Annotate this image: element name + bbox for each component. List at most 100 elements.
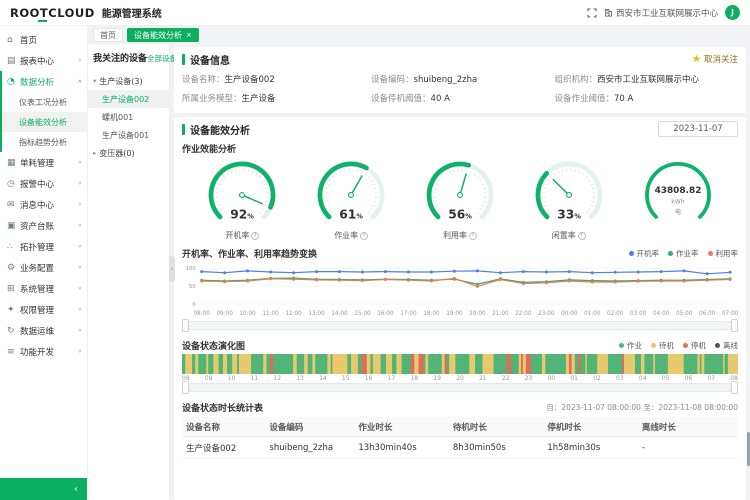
slider-handle-right[interactable]: [731, 319, 738, 332]
svg-text:17:00: 17:00: [400, 311, 417, 317]
sidebar-item-dev[interactable]: ≡功能开发∨: [2, 341, 87, 362]
sidebar-item-asset[interactable]: ▣资产台账∨: [2, 215, 87, 236]
chevron-down-icon: ∨: [78, 202, 82, 207]
axis-tick-label: 11: [251, 375, 259, 382]
chevron-down-icon: ∨: [78, 265, 82, 270]
axis-tick-label: 16: [365, 375, 373, 382]
svg-text:12:00: 12:00: [285, 311, 302, 317]
info-icon[interactable]: i: [469, 232, 477, 240]
sidebar-item-config[interactable]: ⚙业务配置∨: [2, 257, 87, 278]
gauge-利用率: 56%利用率i: [408, 157, 512, 241]
legend-dot: [629, 251, 634, 256]
sidebar-subitem[interactable]: 仪表工况分析: [2, 92, 87, 112]
sidebar-item-consumption[interactable]: ▦单耗管理∨: [2, 152, 87, 173]
legend-待机[interactable]: 待机: [651, 340, 674, 351]
device-tree-item[interactable]: 生产设备002: [88, 90, 169, 108]
info-field: 设备编码：shuibeng_2zha: [371, 73, 554, 85]
status-table-range: 自：2023-11-07 08:00:00 至：2023-11-08 08:00…: [546, 402, 738, 413]
topology-icon: ∴: [7, 242, 18, 252]
device-tree-item[interactable]: 生产设备001: [88, 126, 169, 144]
info-icon[interactable]: i: [251, 232, 259, 240]
svg-text:02:00: 02:00: [607, 311, 624, 317]
legend-开机率[interactable]: 开机率: [629, 248, 660, 259]
sidebar-item-topology[interactable]: ∴拓扑管理∨: [2, 236, 87, 257]
sidebar-item-permission[interactable]: ✦权限管理∨: [2, 299, 87, 320]
watched-devices-panel: 我关注的设备 全部设备 ▾生产设备(3)生产设备002螺机001生产设备001▸…: [88, 44, 170, 500]
triangle-down-icon: ▾: [93, 77, 96, 85]
status-axis: 0809101112131415161718192021222300010203…: [174, 374, 746, 382]
dev-icon: ≡: [7, 347, 18, 357]
chevron-down-icon: ∨: [78, 181, 82, 186]
svg-text:10:00: 10:00: [239, 311, 256, 317]
chevron-down-icon: ∨: [78, 58, 82, 63]
status-zoom-slider[interactable]: [182, 383, 738, 392]
brand-logo: ROOTCLOUD: [10, 6, 95, 20]
chevron-down-icon: ∨: [78, 307, 82, 312]
close-icon[interactable]: ×: [186, 31, 192, 39]
svg-text:21:00: 21:00: [492, 311, 509, 317]
avatar[interactable]: J: [725, 5, 740, 20]
axis-tick-label: 04: [639, 375, 647, 382]
panel-collapse-handle[interactable]: ‹: [169, 256, 175, 282]
legend-停机[interactable]: 停机: [683, 340, 706, 351]
svg-text:43808.82: 43808.82: [654, 186, 701, 196]
device-tree-group[interactable]: ▸变压器(0): [88, 144, 169, 162]
legend-dot: [715, 343, 720, 348]
trend-line-chart[interactable]: 05010008:0009:0010:0011:0012:0013:0014:0…: [174, 262, 746, 320]
info-field: 所属业务模型：生产设备: [182, 92, 371, 104]
svg-text:15:00: 15:00: [354, 311, 371, 317]
sidebar-item-home[interactable]: ⌂首页: [2, 29, 87, 50]
sidebar-subitem[interactable]: 设备能效分析: [2, 112, 87, 132]
report-icon: ▤: [7, 56, 18, 66]
device-tree-group[interactable]: ▾生产设备(3): [88, 72, 169, 90]
sidebar-subitem[interactable]: 指标趋势分析: [2, 132, 87, 152]
sidebar-item-system[interactable]: ⊞系统管理∨: [2, 278, 87, 299]
org-switcher[interactable]: 西安市工业互联网展示中心: [604, 7, 718, 19]
sidebar-collapse-button[interactable]: ‹: [0, 478, 87, 500]
trend-zoom-slider[interactable]: [182, 321, 738, 330]
chevron-down-icon: ∨: [78, 160, 82, 165]
table-col-header: 停机时长: [543, 421, 638, 433]
svg-text:11:00: 11:00: [262, 311, 279, 317]
gauge-dial: 56%: [413, 157, 507, 237]
table-col-header: 待机时长: [449, 421, 544, 433]
axis-tick-label: 00: [548, 375, 556, 382]
tab-item[interactable]: 首页: [93, 28, 123, 42]
chevron-up-icon: ∧: [78, 79, 82, 84]
sidebar-item-analysis[interactable]: ◔数据分析∧: [2, 71, 87, 92]
svg-text:13:00: 13:00: [308, 311, 325, 317]
legend-离线[interactable]: 离线: [715, 340, 738, 351]
svg-text:08:00: 08:00: [193, 311, 210, 317]
system-icon: ⊞: [7, 284, 18, 294]
slider-handle-left[interactable]: [182, 319, 189, 332]
device-info-title: 设备信息: [190, 52, 230, 67]
slider-handle-right[interactable]: [731, 381, 738, 394]
axis-tick-label: 17: [388, 375, 396, 382]
axis-tick-label: 15: [342, 375, 350, 382]
table-cell: 8h30min50s: [449, 443, 544, 453]
unfollow-button[interactable]: ★ 取消关注: [692, 53, 738, 65]
info-icon[interactable]: i: [578, 232, 586, 240]
legend-作业[interactable]: 作业: [619, 340, 642, 351]
legend-作业率[interactable]: 作业率: [668, 248, 699, 259]
info-field: 设备停机阈值：40 A: [371, 92, 554, 104]
sidebar-item-alarm[interactable]: ◷报警中心∨: [2, 173, 87, 194]
fullscreen-icon[interactable]: [587, 8, 597, 18]
info-icon[interactable]: i: [360, 232, 368, 240]
sidebar-item-dataops[interactable]: ↻数据运维∨: [2, 320, 87, 341]
tab-active[interactable]: 设备能效分析×: [127, 28, 199, 42]
gauge-dial: 61%: [304, 157, 398, 237]
sidebar-item-report[interactable]: ▤报表中心∨: [2, 50, 87, 71]
slider-handle-left[interactable]: [182, 381, 189, 394]
sidebar-item-message[interactable]: ✉消息中心∨: [2, 194, 87, 215]
status-strip-chart[interactable]: [174, 354, 746, 374]
product-title: 能源管理系统: [102, 5, 162, 20]
trend-chart-title: 开机率、作业率、利用率趋势变换: [182, 247, 317, 260]
device-tree-item[interactable]: 螺机001: [88, 108, 169, 126]
table-row[interactable]: 生产设备002shuibeng_2zha13h30min40s8h30min50…: [182, 437, 738, 459]
legend-dot: [619, 343, 624, 348]
legend-利用率[interactable]: 利用率: [708, 248, 739, 259]
date-picker[interactable]: 2023-11-07: [658, 121, 738, 137]
table-cell: 1h58min30s: [543, 443, 638, 453]
axis-tick-label: 06: [685, 375, 693, 382]
